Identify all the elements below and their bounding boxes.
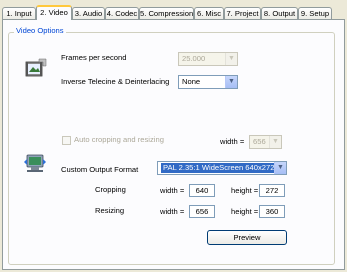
auto-crop-label: Auto cropping and resizing <box>74 135 164 144</box>
chevron-down-icon[interactable]: ▼ <box>225 53 237 65</box>
resizing-width-field[interactable]: 656 <box>189 205 215 218</box>
chevron-down-icon[interactable]: ▼ <box>274 162 286 174</box>
resizing-width-label: width = <box>160 207 185 216</box>
tab-audio[interactable]: 3. Audio <box>72 7 105 19</box>
cropping-label: Cropping <box>95 185 126 194</box>
tab-setup[interactable]: 9. Setup <box>298 7 332 19</box>
tab-input[interactable]: 1. Input <box>2 7 36 19</box>
cropping-width-field[interactable]: 640 <box>189 184 215 197</box>
fps-label: Frames per second <box>61 53 127 62</box>
chevron-down-icon[interactable]: ▼ <box>269 136 281 148</box>
resizing-height-label: height = <box>231 207 259 216</box>
cropping-width-label: width = <box>160 186 185 195</box>
output-format-label: Custom Output Format <box>61 165 139 174</box>
tab-codec[interactable]: 4. Codec <box>105 7 139 19</box>
film-icon <box>25 58 47 77</box>
auto-crop-width-combo[interactable]: 656 ▼ <box>249 135 282 149</box>
output-format-value: PAL 2.35:1 WideScreen 640x272 <box>161 163 277 173</box>
resizing-label: Resizing <box>95 206 125 215</box>
fps-combo[interactable]: 25.000 ▼ <box>178 52 238 66</box>
tab-strip: 1. Input 2. Video 3. Audio 4. Codec 5. C… <box>2 5 345 20</box>
fps-value: 25.000 <box>182 54 206 63</box>
auto-crop-width-label: width = <box>220 137 245 146</box>
tab-video[interactable]: 2. Video <box>36 5 72 20</box>
cropping-height-label: height = <box>231 186 259 195</box>
tab-project[interactable]: 7. Project <box>224 7 261 19</box>
output-format-combo[interactable]: PAL 2.35:1 WideScreen 640x272 ▼ <box>157 161 287 175</box>
preview-button[interactable]: Preview <box>207 230 287 245</box>
video-tab-panel: Video Options Frames per second 25.000 ▼… <box>2 19 345 270</box>
tab-misc[interactable]: 6. Misc <box>194 7 224 19</box>
ivtc-combo[interactable]: None ▼ <box>178 75 238 89</box>
auto-crop-width-value: 656 <box>253 137 266 146</box>
tab-output[interactable]: 8. Output <box>261 7 298 19</box>
auto-crop-checkbox[interactable] <box>62 136 71 145</box>
ivtc-value: None <box>182 77 201 86</box>
monitor-icon <box>24 154 46 172</box>
chevron-down-icon[interactable]: ▼ <box>225 76 237 88</box>
tab-compression[interactable]: 5. Compression <box>139 7 194 19</box>
resizing-height-field[interactable]: 360 <box>259 205 285 218</box>
group-title: Video Options <box>14 26 66 36</box>
cropping-height-field[interactable]: 272 <box>259 184 285 197</box>
ivtc-label: Inverse Telecine & Deinterlacing <box>61 77 170 86</box>
